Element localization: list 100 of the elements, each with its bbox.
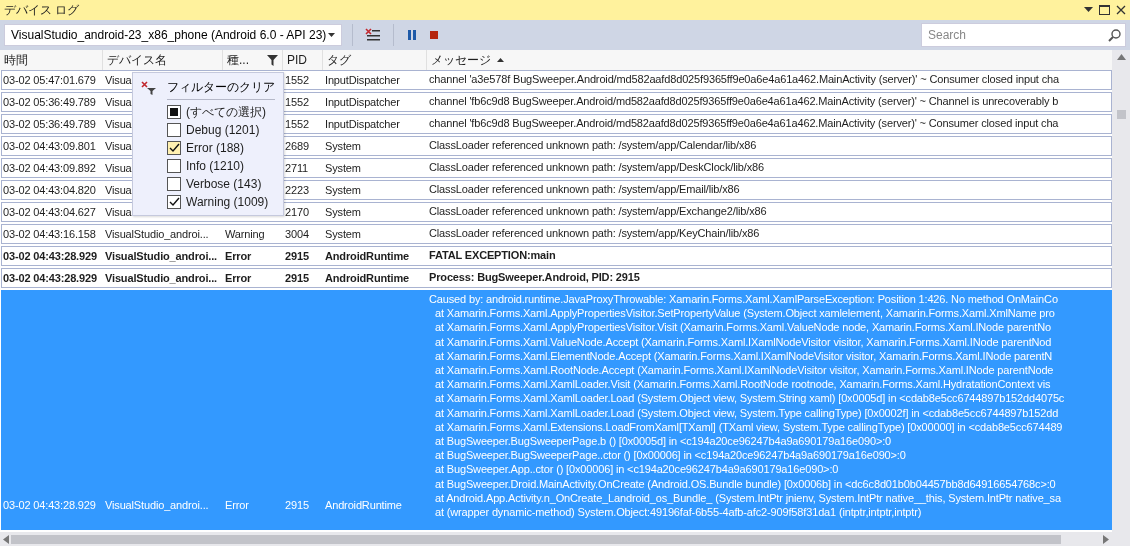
- search-field[interactable]: Search: [921, 23, 1126, 47]
- level-cell: Error: [225, 272, 252, 284]
- pid-cell: 2915: [285, 250, 309, 262]
- tag-cell: InputDispatcher: [325, 96, 400, 108]
- tag-cell: AndroidRuntime: [325, 272, 410, 284]
- time-cell: 03-02 04:43:09.892: [3, 162, 96, 174]
- filter-option[interactable]: Error (188): [133, 139, 283, 157]
- checkbox[interactable]: [167, 159, 181, 173]
- stack-trace-line: at Xamarin.Forms.Xaml.XamlLoader.Visit (Xamarin.Forms.Xaml.RootNode rootnode, Xamarin.Forms.Xaml.HydratationContext vis: [434, 377, 1052, 392]
- stack-trace-line: at Xamarin.Forms.Xaml.Extensions.LoadFromXaml[TXaml] (TXaml view, System.Type callingType) [0x00000] in <cdab8e5cc674489: [434, 419, 1064, 435]
- stack-trace-line: at Xamarin.Forms.Xaml.XamlLoader.Load (System.Object view, System.Type callingType) [0x0002f] in <cdab8e5cc6744897b152dd: [434, 405, 1060, 420]
- pid-cell: 2915: [285, 272, 309, 284]
- message-text: ClassLoader referenced unknown path: /system/app/DeskClock/lib/x86: [429, 160, 765, 175]
- checkbox[interactable]: [167, 195, 181, 209]
- stack-trace-line: at Android.App.Activity.n_OnCreate_Landroid_os_Bundle_ (System.IntPtr jnienv, System.IntPtr native__this, System.IntPtr native_sa: [434, 490, 1062, 506]
- level-cell: Warning: [225, 228, 265, 240]
- checkbox[interactable]: [167, 177, 181, 191]
- level-cell: Error: [225, 499, 249, 511]
- pid-cell: 1552: [285, 118, 309, 130]
- scroll-thumb[interactable]: [1116, 110, 1126, 119]
- message-text: channel 'fb6c9d8 BugSweeper.Android/md582aafd8d025f9365ff9e0a6e4a61a462.MainActivity (server)' ~ Channel is unrecoverably b: [429, 94, 1060, 109]
- filter-icon[interactable]: [267, 54, 278, 66]
- pid-cell: 3004: [285, 228, 309, 240]
- device-cell: Visua: [105, 162, 132, 174]
- device-cell: Visua: [105, 96, 132, 108]
- time-cell: 03-02 05:47:01.679: [3, 74, 96, 86]
- stack-trace-line: at BugSweeper.Droid.MainActivity.OnCreate (Android.OS.Bundle bundle) [0x0006b] in <dc6c8d01b0b04457bb8d64916654768c>:0: [434, 476, 1057, 491]
- tag-cell: System: [325, 162, 361, 174]
- time-cell: 03-02 04:43:28.929: [3, 499, 96, 511]
- tag-cell: InputDispatcher: [325, 118, 400, 130]
- stack-trace-line: at Xamarin.Forms.Xaml.RootNode.Accept (Xamarin.Forms.Xaml.IXamlNodeVisitor visitor, Xamarin.Forms.Xaml.INode parentNode: [434, 363, 1055, 378]
- pid-cell: 2711: [285, 162, 309, 174]
- message-text: ClassLoader referenced unknown path: /system/app/Calendar/lib/x86: [429, 138, 758, 153]
- vertical-scrollbar[interactable]: [1112, 50, 1130, 546]
- message-text: FATAL EXCEPTION:main: [429, 248, 557, 263]
- log-row[interactable]: [1, 290, 1112, 530]
- column-header[interactable]: 時間: [0, 50, 102, 70]
- device-cell: VisualStudio_androi...: [105, 250, 218, 262]
- message-text: ClassLoader referenced unknown path: /system/app/Email/lib/x86: [429, 182, 741, 197]
- tag-cell: System: [325, 206, 361, 218]
- time-cell: 03-02 04:43:09.801: [3, 140, 96, 152]
- device-cell: VisualStudio_androi...: [105, 499, 209, 511]
- filter-option[interactable]: Info (1210): [133, 157, 283, 175]
- device-dropdown[interactable]: VisualStudio_android-23_x86_phone (Android 6.0 - API 23): [4, 24, 342, 46]
- log-row[interactable]: 03-02 04:43:28.929 VisualStudio_androi... Error 2915 AndroidRuntime FATAL EXCEPTION:main: [1, 246, 1112, 266]
- tag-cell: System: [325, 140, 361, 152]
- tag-cell: AndroidRuntime: [325, 250, 410, 262]
- tag-cell: AndroidRuntime: [325, 499, 402, 511]
- pid-cell: 1552: [285, 74, 309, 86]
- tag-cell: System: [325, 184, 361, 196]
- pid-cell: 1552: [285, 96, 309, 108]
- scroll-up-icon[interactable]: [1116, 54, 1126, 60]
- device-cell: Visua: [105, 206, 132, 218]
- device-cell: Visua: [105, 140, 132, 152]
- tag-cell: InputDispatcher: [325, 74, 400, 86]
- time-cell: 03-02 04:43:04.820: [3, 184, 96, 196]
- time-cell: 03-02 04:43:16.158: [3, 228, 96, 240]
- checkbox[interactable]: [167, 141, 181, 155]
- stack-trace-line: at BugSweeper.BugSweeperPage..ctor () [0x00006] in <c194a20ce96247b4a9a690179a16e090>:0: [434, 448, 907, 463]
- scroll-right-icon[interactable]: [1103, 534, 1109, 544]
- time-cell: 03-02 05:36:49.789: [3, 96, 96, 108]
- stack-trace-line: at BugSweeper.App..ctor () [0x00006] in <c194a20ce96247b4a9a690179a16e090>:0: [434, 462, 840, 477]
- device-cell: VisualStudio_androi...: [105, 272, 218, 284]
- time-cell: 03-02 04:43:28.929: [3, 250, 97, 262]
- stack-trace-line: at (wrapper dynamic-method) System.Object:49196faf-6b55-4afb-afc2-909f58f31da1 (intptr,intptr,intptr): [434, 505, 923, 520]
- log-row[interactable]: 03-02 04:43:16.158 VisualStudio_androi... Warning 3004 System ClassLoader referenced unknown path: /system/app/KeyChain/lib/x86: [1, 224, 1112, 244]
- stack-trace-line: at Xamarin.Forms.Xaml.ElementNode.Accept (Xamarin.Forms.Xaml.IXamlNodeVisitor visitor, Xamarin.Forms.Xaml.INode parentN: [434, 348, 1054, 363]
- message-text: Caused by: android.runtime.JavaProxyThrowable: Xamarin.Forms.Xaml.XamlParseException: Position 1:426. No method OnMainCo: [429, 292, 1059, 307]
- log-row[interactable]: 03-02 04:43:28.929 VisualStudio_androi... Error 2915 AndroidRuntime Process: BugSweeper.Android, PID: 2915: [1, 268, 1112, 288]
- tag-cell: System: [325, 228, 361, 240]
- dropdown-icon[interactable]: [1084, 7, 1093, 13]
- time-cell: 03-02 04:43:04.627: [3, 206, 96, 218]
- search-icon: [1108, 28, 1121, 42]
- window-title: デバイス ログ: [4, 1, 81, 19]
- maximize-icon[interactable]: [1099, 5, 1110, 15]
- clear-log-icon[interactable]: [363, 26, 383, 44]
- pid-cell: 2915: [285, 499, 309, 511]
- device-cell: Visua: [105, 118, 132, 130]
- time-cell: 03-02 04:43:28.929: [3, 272, 97, 284]
- pid-cell: 2689: [285, 140, 309, 152]
- caret-icon: [328, 33, 335, 37]
- scroll-thumb[interactable]: [11, 534, 1061, 544]
- scroll-left-icon[interactable]: [3, 534, 9, 544]
- message-text: channel 'a3e578f BugSweeper.Android/md582aafd8d025f9365ff9e0a6e4a61a462.MainActivity (server)' ~ Consumer closed input cha: [429, 72, 1060, 87]
- clear-filter-icon: [141, 80, 157, 95]
- close-icon[interactable]: [1116, 5, 1126, 15]
- level-cell: Error: [225, 250, 252, 262]
- device-cell: Visua: [105, 74, 132, 86]
- time-cell: 03-02 05:36:49.789: [3, 118, 96, 130]
- stack-trace-line: at Xamarin.Forms.Xaml.XamlLoader.Load (System.Object view, System.String xaml) [0x0005d] in <cdab8e5cc6744897b152dd4075c: [434, 391, 1066, 406]
- device-cell: Visua: [105, 184, 132, 196]
- stack-trace-line: at Xamarin.Forms.Xaml.ValueNode.Accept (Xamarin.Forms.Xaml.IXamlNodeVisitor visitor, Xamarin.Forms.Xaml.INode parentNod: [434, 334, 1053, 349]
- message-text: ClassLoader referenced unknown path: /system/app/KeyChain/lib/x86: [429, 226, 761, 241]
- message-text: channel 'fb6c9d8 BugSweeper.Android/md582aafd8d025f9365ff9e0a6e4a61a462.MainActivity (server)' ~ Consumer closed input cha: [429, 116, 1060, 131]
- horizontal-scrollbar[interactable]: [0, 532, 1112, 546]
- checkbox[interactable]: [167, 123, 181, 137]
- message-text: ClassLoader referenced unknown path: /system/app/Exchange2/lib/x86: [429, 204, 768, 219]
- stack-trace-line: at Xamarin.Forms.Xaml.ApplyPropertiesVisitor.SetPropertyValue (System.Object xamlelement, Xamarin.Forms.Xaml.XmlName pro: [434, 306, 1056, 321]
- pid-cell: 2170: [285, 206, 309, 218]
- stack-trace-line: at Xamarin.Forms.Xaml.ApplyPropertiesVisitor.Visit (Xamarin.Forms.Xaml.ValueNode node, Xamarin.Forms.Xaml.INode parentNo: [434, 320, 1052, 335]
